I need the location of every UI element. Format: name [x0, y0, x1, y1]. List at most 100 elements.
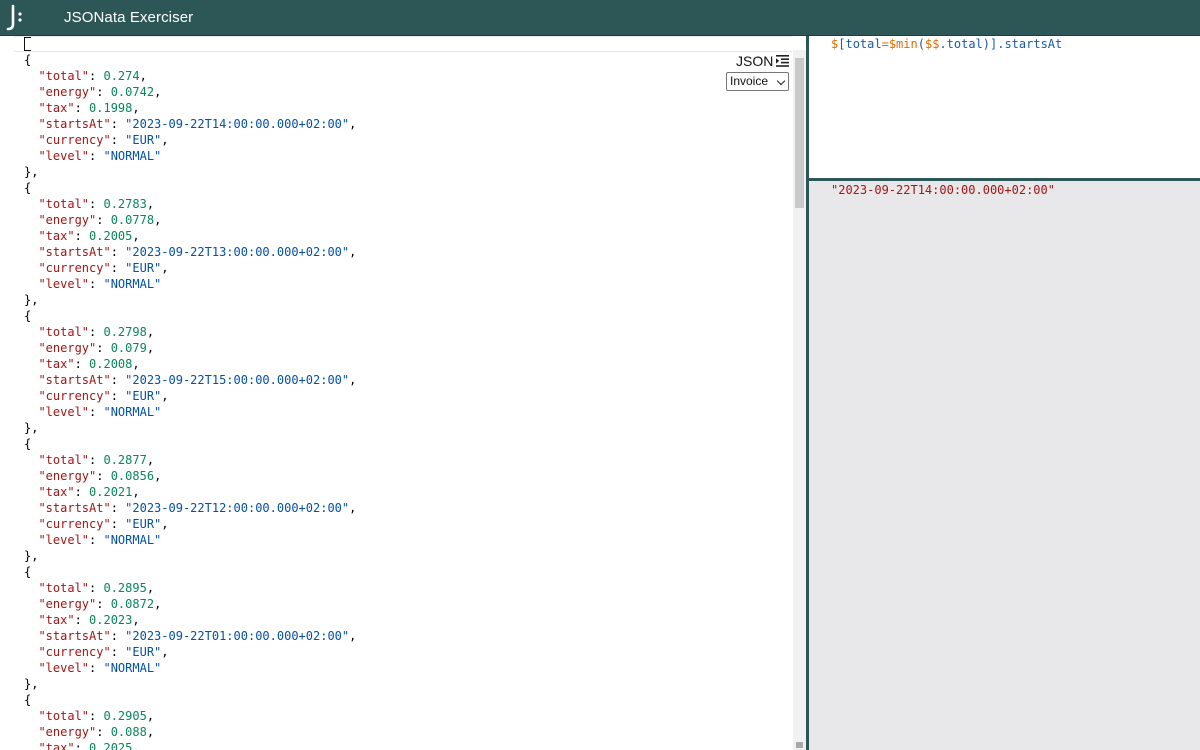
expression-editor[interactable]: $[total=$min($$.total)].startsAt	[831, 37, 1062, 51]
json-number: 0.0856	[110, 469, 155, 483]
json-punct: :	[89, 149, 104, 163]
json-key: "total"	[38, 581, 90, 595]
json-string: "NORMAL"	[103, 661, 162, 675]
json-key: "currency"	[38, 133, 111, 147]
json-key: "level"	[38, 149, 90, 163]
json-number: 0.2025	[89, 741, 133, 750]
json-punct: ,	[132, 357, 140, 371]
json-punct	[24, 469, 38, 483]
json-punct: :	[74, 101, 90, 115]
expression-pane[interactable]: $[total=$min($$.total)].startsAt	[809, 36, 1200, 178]
code-line: "energy": 0.088,	[24, 724, 356, 740]
json-key: "startsAt"	[38, 629, 111, 643]
json-punct	[24, 133, 38, 147]
json-string: "EUR"	[125, 645, 162, 659]
json-number: 0.2005	[89, 229, 133, 243]
code-line: },	[24, 164, 356, 180]
json-punct: ,	[161, 389, 169, 403]
json-punct: :	[89, 709, 104, 723]
sample-select-value: Invoice	[730, 74, 769, 88]
json-punct	[24, 709, 38, 723]
json-input-editor[interactable]: { "total": 0.274, "energy": 0.0742, "tax…	[0, 36, 806, 750]
code-line: "tax": 0.2021,	[24, 484, 356, 500]
json-punct: :	[74, 613, 90, 627]
json-number: 0.2023	[89, 613, 133, 627]
json-punct: {	[24, 565, 32, 579]
json-punct: },	[24, 421, 39, 435]
json-string: "2023-09-22T14:00:00.000+02:00"	[125, 117, 350, 131]
json-punct: :	[110, 133, 126, 147]
json-key: "level"	[38, 277, 90, 291]
json-punct: :	[110, 629, 126, 643]
json-key: "energy"	[38, 469, 97, 483]
json-punct: ,	[349, 501, 357, 515]
json-key: "startsAt"	[38, 245, 111, 259]
code-line: "level": "NORMAL"	[24, 404, 356, 420]
json-input-pane[interactable]: { "total": 0.274, "energy": 0.0742, "tax…	[0, 36, 806, 750]
code-line: "total": 0.2877,	[24, 452, 356, 468]
current-line-highlight	[14, 36, 792, 52]
json-punct: :	[96, 597, 111, 611]
code-line: "total": 0.2798,	[24, 324, 356, 340]
code-line: "tax": 0.2023,	[24, 612, 356, 628]
json-punct	[24, 645, 38, 659]
code-line: "currency": "EUR",	[24, 516, 356, 532]
json-punct	[24, 741, 38, 750]
code-line: "tax": 0.2025,	[24, 740, 356, 750]
json-punct: ,	[161, 261, 169, 275]
expression-token: .total	[939, 37, 983, 51]
json-punct: ,	[146, 725, 155, 739]
code-line: "total": 0.2905,	[24, 708, 356, 724]
json-number: 0.088	[110, 725, 147, 739]
json-punct: ,	[146, 197, 155, 211]
expression-token: (	[917, 37, 925, 51]
json-string: "EUR"	[125, 517, 162, 531]
format-json-button[interactable]: JSON	[736, 52, 790, 70]
json-string: "2023-09-22T13:00:00.000+02:00"	[125, 245, 350, 259]
json-key: "total"	[38, 69, 90, 83]
code-line: "energy": 0.0872,	[24, 596, 356, 612]
code-line: "level": "NORMAL"	[24, 148, 356, 164]
code-line: "currency": "EUR",	[24, 260, 356, 276]
json-key: "currency"	[38, 517, 111, 531]
expression-token: )]	[982, 37, 998, 51]
json-code-lines[interactable]: { "total": 0.274, "energy": 0.0742, "tax…	[24, 52, 356, 750]
json-punct: {	[24, 437, 32, 451]
json-punct	[24, 517, 38, 531]
json-punct: :	[96, 725, 111, 739]
json-punct	[24, 485, 38, 499]
json-punct: ,	[139, 69, 147, 83]
json-string: "NORMAL"	[103, 277, 162, 291]
json-punct: ,	[349, 117, 357, 131]
json-key: "tax"	[38, 101, 75, 115]
json-string: "2023-09-22T15:00:00.000+02:00"	[125, 373, 350, 387]
code-line: "level": "NORMAL"	[24, 532, 356, 548]
json-string: "NORMAL"	[103, 405, 162, 419]
json-punct: ,	[132, 613, 140, 627]
json-number: 0.2021	[89, 485, 133, 499]
json-key: "energy"	[38, 85, 97, 99]
json-key: "startsAt"	[38, 373, 111, 387]
json-number: 0.0872	[110, 597, 155, 611]
json-key: "total"	[38, 453, 90, 467]
json-key: "energy"	[38, 597, 97, 611]
json-punct	[24, 229, 38, 243]
code-line: "currency": "EUR",	[24, 132, 356, 148]
sample-select[interactable]: Invoice	[726, 72, 789, 91]
json-punct: :	[96, 85, 111, 99]
json-punct: ,	[349, 245, 357, 259]
json-key: "energy"	[38, 213, 97, 227]
json-punct: ,	[154, 213, 162, 227]
json-key: "currency"	[38, 389, 111, 403]
input-scrollbar[interactable]	[793, 50, 806, 750]
json-punct: :	[74, 741, 90, 750]
json-punct: :	[110, 517, 126, 531]
scroll-down-arrow[interactable]	[796, 742, 803, 748]
json-key: "startsAt"	[38, 117, 111, 131]
chevron-down-icon	[776, 76, 786, 86]
code-line: "energy": 0.0742,	[24, 84, 356, 100]
input-scrollbar-thumb[interactable]	[795, 58, 804, 208]
json-punct	[24, 389, 38, 403]
json-punct	[24, 117, 38, 131]
json-punct: ,	[132, 229, 140, 243]
